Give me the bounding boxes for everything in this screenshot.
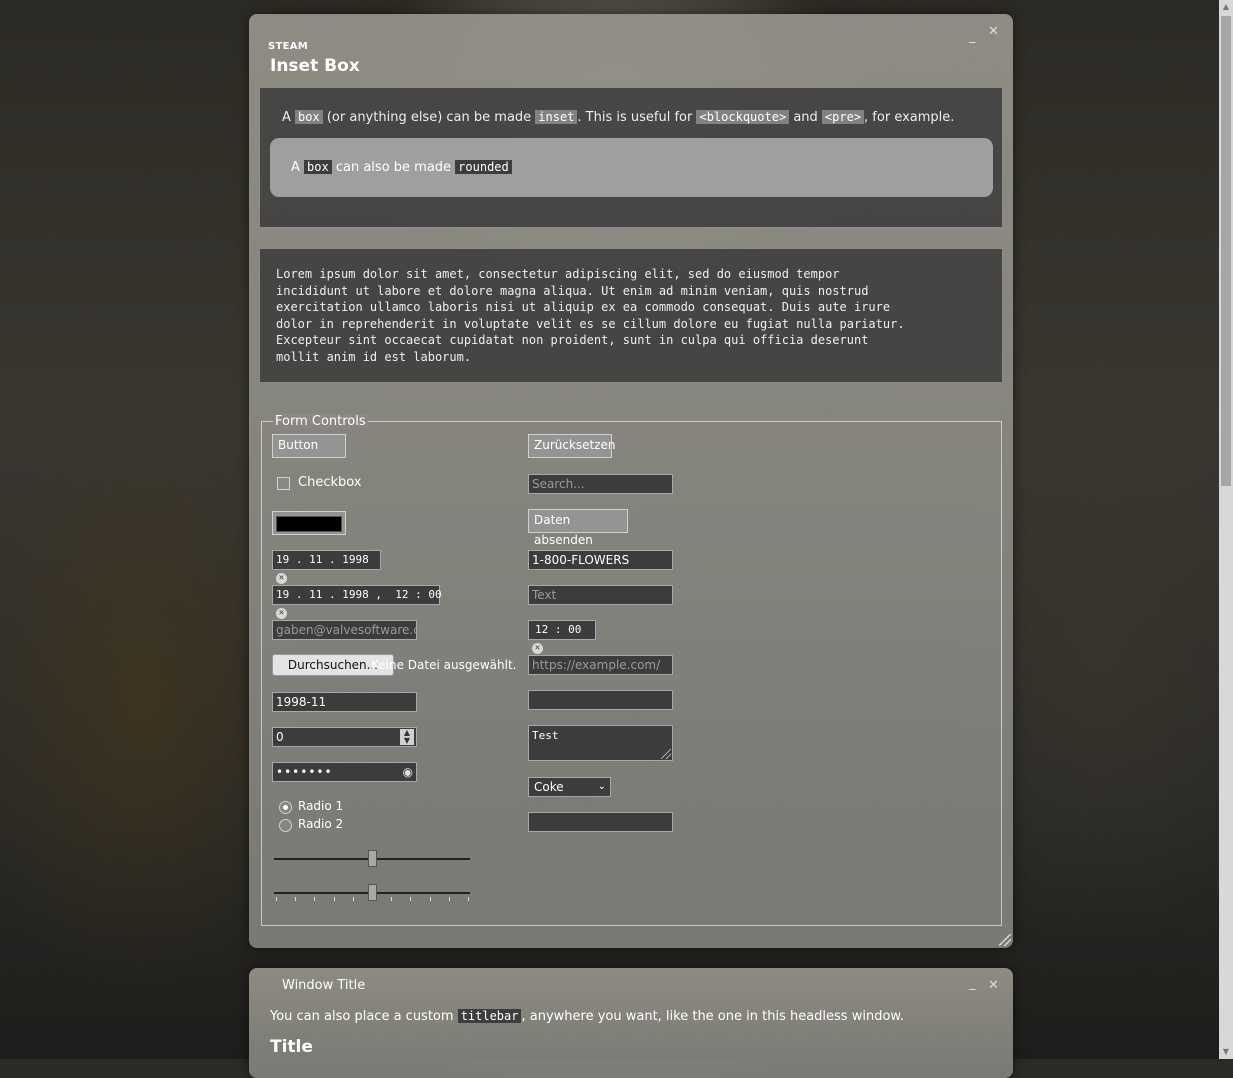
tel-input[interactable]: 1-800-FLOWERS: [528, 550, 673, 570]
code-rounded: rounded: [455, 160, 512, 174]
fieldset-legend: Form Controls: [273, 414, 368, 429]
page-scrollbar[interactable]: ▲ ▼: [1219, 0, 1233, 1059]
pre-block: Lorem ipsum dolor sit amet, consectetur …: [259, 248, 1003, 383]
window-resize-grip-icon[interactable]: [999, 934, 1011, 946]
number-input[interactable]: 0 ▲ ▼: [272, 727, 417, 747]
file-status-text: Keine Datei ausgewählt.: [371, 658, 517, 672]
code-blockquote: <blockquote>: [696, 110, 790, 124]
email-input[interactable]: gaben@valvesoftware.cc: [272, 620, 417, 640]
close-button[interactable]: ✕: [988, 978, 999, 993]
range-tick-mark: [429, 897, 431, 901]
inset-box-window: STEAM _ ✕ Inset Box A box (or anything e…: [249, 14, 1013, 948]
inset-box: A box (or anything else) can be made ins…: [259, 87, 1003, 228]
month-input[interactable]: 1998-11: [272, 692, 417, 712]
text-fragment: You can also place a custom: [270, 1009, 458, 1024]
url-input[interactable]: https://example.com/: [528, 655, 673, 675]
range-tick-mark: [314, 897, 316, 901]
minimize-button[interactable]: _: [969, 976, 976, 991]
range-tick-mark: [391, 897, 393, 901]
checkbox-input[interactable]: [277, 477, 290, 490]
scroll-down-arrow-icon[interactable]: ▼: [1219, 1045, 1233, 1059]
checkbox-label: Checkbox: [298, 475, 362, 490]
text-input[interactable]: Text: [528, 585, 673, 605]
password-input[interactable]: ••••••• ◉: [272, 762, 417, 782]
clear-time-icon[interactable]: ✕: [532, 642, 543, 654]
custom-titlebar-title: Window Title: [282, 978, 366, 993]
datetime-value: 19 . 11 . 1998 , 12 : 00: [276, 588, 442, 601]
section-title: Title: [270, 1037, 313, 1057]
code-inset: inset: [535, 110, 578, 124]
submit-button[interactable]: Daten absenden: [528, 509, 628, 547]
scroll-up-arrow-icon[interactable]: ▲: [1219, 0, 1233, 14]
text-fragment: , for example.: [864, 110, 955, 125]
text-fragment: A: [291, 160, 305, 175]
window-app-label: STEAM: [268, 41, 309, 52]
text-fragment: , anywhere you want, like the one in thi…: [521, 1009, 904, 1024]
scrollbar-thumb[interactable]: [1221, 16, 1231, 486]
week-input[interactable]: [528, 690, 673, 710]
time-input[interactable]: 12 : 00 ✕: [528, 620, 596, 654]
chevron-down-icon: ⌄: [597, 781, 606, 792]
range-tick-mark: [295, 897, 297, 901]
pre-text: Lorem ipsum dolor sit amet, consectetur …: [276, 267, 905, 364]
close-button[interactable]: ✕: [988, 24, 999, 39]
drink-select[interactable]: Coke ⌄: [528, 777, 611, 797]
radio-1-label: Radio 1: [298, 799, 344, 813]
code-pre: <pre>: [821, 110, 865, 124]
reveal-password-eye-icon[interactable]: ◉: [403, 763, 413, 781]
range-thumb[interactable]: [368, 850, 377, 867]
code-titlebar: titlebar: [457, 1009, 522, 1023]
text-fragment: (or anything else) can be made: [322, 110, 536, 125]
date-value: 19 . 11 . 1998: [276, 553, 369, 566]
rounded-box: A box can also be made rounded: [270, 138, 993, 197]
radio-2[interactable]: [279, 819, 292, 832]
date-input[interactable]: 19 . 11 . 1998 ✕: [272, 550, 381, 584]
color-picker[interactable]: [272, 511, 346, 535]
number-spinner-icon[interactable]: ▲ ▼: [400, 729, 414, 745]
radio-1[interactable]: [279, 801, 292, 814]
inset-paragraph: A box (or anything else) can be made ins…: [282, 110, 954, 125]
text-fragment: A: [282, 110, 296, 125]
time-value: 12 : 00: [535, 623, 582, 636]
reset-button[interactable]: Zurücksetzen: [528, 434, 616, 458]
text-fragment: and: [789, 110, 822, 125]
range-tick-mark: [352, 897, 354, 901]
range-tick-mark: [468, 897, 469, 901]
range-tick-mark: [448, 897, 450, 901]
color-swatch: [276, 516, 342, 532]
radio-2-label: Radio 2: [298, 817, 344, 831]
select-value: Coke: [534, 780, 564, 794]
text-fragment: can also be made: [331, 160, 456, 175]
generic-button[interactable]: Button: [272, 434, 346, 458]
number-value: 0: [276, 730, 284, 744]
textarea-value: Test: [532, 729, 559, 742]
code-box: box: [304, 160, 332, 174]
range-thumb[interactable]: [368, 884, 377, 901]
range-tick-mark: [410, 897, 412, 901]
code-box: box: [295, 110, 323, 124]
titlebar-paragraph: You can also place a custom titlebar, an…: [270, 1009, 904, 1024]
window-title: Inset Box: [270, 56, 360, 76]
textarea-input[interactable]: Test: [528, 725, 673, 761]
datetime-input[interactable]: 19 . 11 . 1998 , 12 : 00 ✕: [272, 585, 442, 619]
password-value: •••••••: [276, 765, 333, 779]
textarea-resize-icon[interactable]: [661, 749, 671, 759]
search-input[interactable]: Search...: [528, 474, 673, 494]
clear-date-icon[interactable]: ✕: [276, 572, 287, 584]
range-tick-mark: [333, 897, 335, 901]
minimize-button[interactable]: _: [969, 29, 976, 44]
text-fragment: . This is useful for: [577, 110, 697, 125]
range-tick-mark: [276, 897, 277, 901]
empty-input[interactable]: [528, 812, 673, 832]
form-controls-fieldset: Form Controls Button Checkbox 19 . 11 . …: [261, 414, 1002, 926]
headless-window: Window Title _ ✕ You can also place a cu…: [249, 968, 1013, 1078]
clear-datetime-icon[interactable]: ✕: [276, 607, 287, 619]
